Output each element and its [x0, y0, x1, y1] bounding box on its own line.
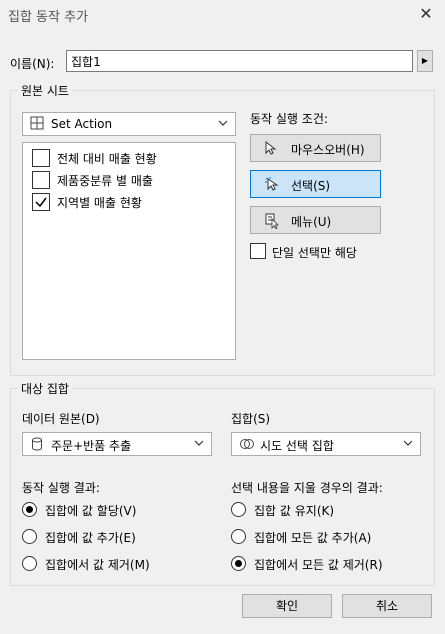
sheet-dropdown-value: Set Action: [51, 117, 113, 131]
checkmark-icon: [35, 197, 47, 208]
chevron-down-icon: [217, 117, 229, 132]
trigger-select-button[interactable]: 선택(S): [250, 170, 381, 198]
name-insert-arrow-icon[interactable]: ▶: [417, 50, 433, 72]
single-select-checkbox[interactable]: [250, 243, 266, 259]
sheet-label-0: 전체 대비 매출 현황: [57, 152, 157, 166]
sheet-dropdown[interactable]: Set Action: [22, 112, 236, 136]
trigger-hover-button[interactable]: 마우스오버(H): [250, 134, 381, 162]
clear-result-option-1: 집합에 모든 값 추가(A): [254, 531, 372, 545]
datasource-label: 데이터 원본(D): [22, 412, 100, 426]
name-input[interactable]: [66, 50, 413, 72]
pointer-icon: [265, 140, 277, 159]
select-pointer-icon: [265, 177, 279, 195]
sheet-label-2: 지역별 매출 현황: [57, 196, 142, 210]
sheet-label-1: 제품중분류 별 매출: [57, 174, 153, 188]
run-result-radio-1[interactable]: [22, 529, 37, 544]
run-result-radio-0[interactable]: [22, 502, 37, 517]
chevron-down-icon: [402, 437, 414, 452]
run-result-option-2: 집합에서 값 제거(M): [45, 558, 150, 572]
menu-pointer-icon: [265, 213, 279, 233]
chevron-down-icon: [193, 437, 205, 452]
clear-result-radio-2[interactable]: [231, 556, 246, 571]
single-select-label: 단일 선택만 해당: [272, 246, 357, 260]
cancel-button[interactable]: 취소: [342, 594, 432, 618]
set-icon: [239, 437, 255, 454]
trigger-menu-button[interactable]: 메뉴(U): [250, 206, 381, 234]
trigger-label: 동작 실행 조건:: [250, 112, 328, 126]
run-result-option-0: 집합에 값 할당(V): [45, 504, 137, 518]
clear-result-radio-0[interactable]: [231, 502, 246, 517]
ok-button[interactable]: 확인: [242, 594, 332, 618]
set-label: 집합(S): [231, 412, 271, 426]
clear-result-radio-1[interactable]: [231, 529, 246, 544]
clear-result-label: 선택 내용을 지울 경우의 결과:: [231, 481, 383, 495]
target-set-group-title: 대상 집합: [18, 380, 72, 397]
database-icon: [31, 437, 43, 454]
datasource-dropdown[interactable]: 주문+반품 추출: [22, 432, 212, 456]
source-sheets-group-title: 원본 시트: [18, 82, 72, 99]
run-result-option-1: 집합에 값 추가(E): [45, 531, 136, 545]
sheet-checkbox-0[interactable]: [32, 149, 50, 167]
set-dropdown[interactable]: 시도 선택 집합: [231, 432, 421, 456]
sheet-checkbox-1[interactable]: [32, 171, 50, 189]
clear-result-option-2: 집합에서 모든 값 제거(R): [254, 558, 383, 572]
datasource-value: 주문+반품 추출: [51, 439, 132, 453]
sheet-list[interactable]: 전체 대비 매출 현황 제품중분류 별 매출 지역별 매출 현황: [22, 142, 236, 360]
sheet-checkbox-2[interactable]: [32, 193, 50, 211]
run-result-label: 동작 실행 결과:: [22, 481, 100, 495]
window-title: 집합 동작 추가: [8, 10, 89, 25]
grid-icon: [30, 116, 44, 130]
clear-result-option-0: 집합 값 유지(K): [254, 504, 335, 518]
run-result-radio-2[interactable]: [22, 556, 37, 571]
name-label: 이름(N):: [10, 57, 55, 71]
set-value: 시도 선택 집합: [260, 439, 334, 453]
close-icon[interactable]: ✕: [416, 4, 436, 24]
